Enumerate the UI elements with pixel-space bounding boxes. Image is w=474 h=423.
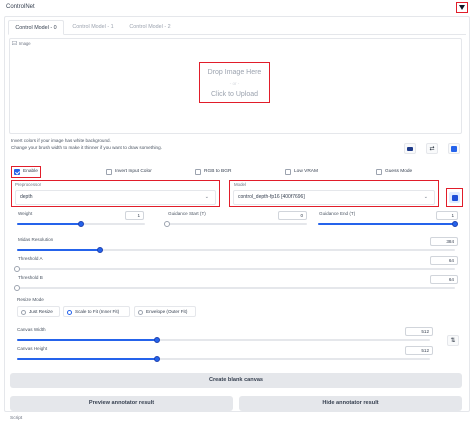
brush-note: Change your brush width to make it thinn…	[11, 145, 162, 150]
chevron-down-icon: ⌄	[204, 194, 209, 200]
resize-option-scale-to-fit[interactable]: Scale to Fit (Inner Fit)	[63, 306, 130, 317]
preprocessor-value: depth	[20, 194, 33, 200]
invert-input-color-checkbox[interactable]	[106, 169, 112, 175]
weight-label: Weight	[18, 211, 33, 216]
preprocessor-select[interactable]: depth ⌄	[15, 190, 216, 205]
canvas-width-label: Canvas Width	[17, 327, 46, 332]
enable-checkbox[interactable]	[14, 169, 20, 175]
guidance-start-slider[interactable]	[164, 221, 307, 227]
canvas-height-slider[interactable]	[17, 356, 430, 362]
low-vram-checkbox[interactable]	[285, 169, 291, 175]
image-label: Image	[19, 41, 31, 46]
enable-label[interactable]: Enable	[23, 169, 38, 174]
tab-control-model-2[interactable]: Control Model - 2	[123, 20, 177, 35]
canvas-height-input[interactable]: 512	[405, 346, 433, 355]
hide-annotator-button[interactable]: Hide annotator result	[239, 396, 462, 411]
refresh-icon	[451, 194, 458, 201]
edit-button[interactable]	[448, 143, 460, 154]
swap-vertical-icon: ⇅	[450, 337, 456, 344]
tab-control-model-0[interactable]: Control Model - 0	[8, 20, 64, 35]
midas-resolution-slider[interactable]	[17, 247, 455, 253]
rgb-to-bgr-label[interactable]: RGB to BGR	[204, 169, 231, 174]
resize-option-label: Envelope (Outer Fit)	[146, 309, 188, 314]
canvas-width-slider[interactable]	[17, 337, 430, 343]
resize-option-just-resize[interactable]: Just Resize	[17, 306, 60, 317]
guess-mode-checkbox[interactable]	[376, 169, 382, 175]
click-to-upload-text[interactable]: Click to Upload	[199, 91, 270, 98]
canvas-width-input[interactable]: 512	[405, 327, 433, 336]
invert-input-color-label[interactable]: Invert Input Color	[115, 169, 152, 174]
guidance-start-input[interactable]: 0	[278, 211, 307, 220]
resize-option-label: Just Resize	[29, 309, 53, 314]
controlnet-title[interactable]: ControlNet	[6, 4, 35, 10]
threshold-b-label: Threshold B	[18, 275, 43, 280]
canvas-height-label: Canvas Height	[17, 346, 48, 351]
swap-dimensions-button[interactable]: ⇅	[447, 335, 459, 346]
guidance-end-input[interactable]: 1	[436, 211, 458, 220]
guidance-end-slider[interactable]	[318, 221, 458, 227]
create-blank-canvas-button[interactable]: Create blank canvas	[10, 373, 462, 388]
canvas-height-slider-fill	[17, 358, 158, 360]
swap-icon: ⇄	[429, 145, 435, 152]
weight-input[interactable]: 1	[125, 211, 144, 220]
preprocessor-label: Preprocessor	[15, 182, 42, 187]
guidance-start-label: Guidance Start (T)	[168, 211, 206, 216]
camera-button[interactable]	[404, 143, 416, 154]
midas-resolution-label: Midas Resolution	[18, 237, 54, 242]
tab-control-model-1[interactable]: Control Model - 1	[66, 20, 120, 35]
threshold-a-input[interactable]: 64	[430, 256, 458, 265]
canvas-width-slider-fill	[17, 339, 158, 341]
drop-image-text[interactable]: Drop Image Here	[199, 69, 270, 76]
threshold-b-slider-handle[interactable]	[14, 285, 20, 291]
weight-slider-fill	[17, 223, 81, 225]
guidance-end-slider-fill	[318, 223, 455, 225]
threshold-b-slider[interactable]	[14, 285, 455, 291]
resize-mode-label: Resize Mode	[17, 297, 44, 302]
chevron-down-icon: ⌄	[423, 194, 428, 200]
low-vram-label[interactable]: Low VRAM	[294, 169, 318, 174]
camera-icon	[407, 146, 413, 151]
invert-note: Invert colors if your image has white ba…	[11, 138, 111, 143]
midas-resolution-input[interactable]: 384	[430, 237, 458, 246]
guess-mode-label[interactable]: Guess Mode	[385, 169, 412, 174]
triangle-down-icon[interactable]	[459, 5, 465, 10]
threshold-a-label: Threshold A	[18, 256, 43, 261]
model-select[interactable]: control_depth-fp16 [400f7696] ⌄	[233, 190, 435, 205]
guidance-end-label: Guidance End (T)	[319, 211, 356, 216]
midas-resolution-slider-fill	[17, 249, 101, 251]
script-label[interactable]: Script	[10, 416, 22, 421]
threshold-a-slider[interactable]	[14, 266, 455, 272]
edit-icon	[451, 145, 457, 152]
model-value: control_depth-fp16 [400f7696]	[238, 194, 305, 200]
swap-button[interactable]: ⇄	[426, 143, 438, 154]
weight-slider[interactable]	[17, 221, 145, 227]
preview-annotator-button[interactable]: Preview annotator result	[10, 396, 233, 411]
resize-option-envelope[interactable]: Envelope (Outer Fit)	[134, 306, 196, 317]
resize-option-label: Scale to Fit (Inner Fit)	[75, 309, 120, 314]
rgb-to-bgr-checkbox[interactable]	[195, 169, 201, 175]
image-icon	[12, 41, 17, 45]
threshold-a-slider-handle[interactable]	[14, 266, 20, 272]
guidance-end-slider-handle[interactable]	[452, 221, 458, 227]
radio-icon	[21, 309, 26, 315]
model-label: Model	[234, 182, 246, 187]
radio-selected-icon	[67, 309, 72, 315]
or-text: - or -	[229, 81, 240, 86]
weight-slider-handle[interactable]	[78, 221, 84, 227]
threshold-b-input[interactable]: 64	[430, 275, 458, 284]
refresh-button[interactable]	[449, 192, 460, 203]
radio-icon	[138, 309, 143, 315]
guidance-start-slider-handle[interactable]	[164, 221, 170, 227]
